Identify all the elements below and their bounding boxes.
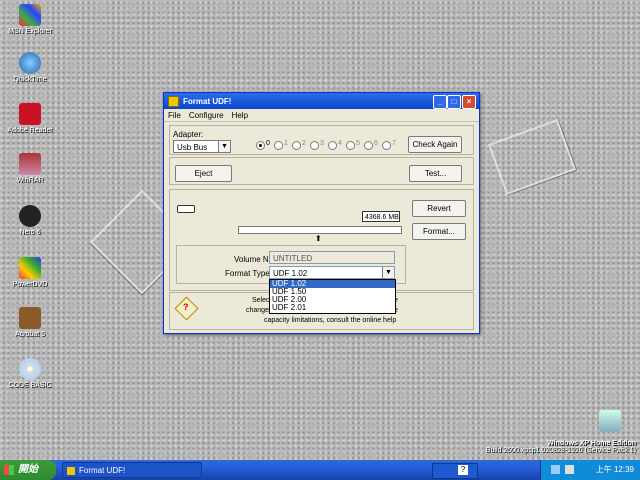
info-line-3: capacity limitations, consult the online… (264, 317, 397, 324)
format-button[interactable]: Format... (412, 223, 466, 240)
taskbar-item-format-udf[interactable]: Format UDF! (62, 462, 202, 478)
app-icon (67, 467, 75, 475)
radio-label-2: 2 (302, 140, 306, 147)
desktop-art-frame (487, 118, 577, 196)
radio-label-3: 3 (320, 140, 324, 147)
capacity-marker-icon: ⬆ (315, 234, 322, 243)
desktop-icon-code-basic[interactable]: CODE BASIC (4, 358, 56, 389)
close-icon[interactable]: × (462, 95, 476, 109)
format-type-label: Format Type: (225, 269, 272, 278)
menu-configure[interactable]: Configure (189, 111, 224, 120)
help-icon[interactable]: ? (458, 465, 468, 475)
capacity-bar (238, 226, 402, 234)
powerdvd-icon (19, 257, 41, 279)
acrobat-icon (19, 307, 41, 329)
msn-icon (19, 4, 41, 26)
test-button[interactable]: Test... (409, 165, 462, 182)
adapter-label: Adapter: (173, 130, 204, 139)
minimize-icon[interactable]: _ (433, 95, 447, 109)
menu-bar: File Configure Help (164, 109, 479, 122)
desktop-icon-adobe-reader[interactable]: Adobe Reader (4, 103, 56, 134)
info-line-2: change (246, 307, 269, 314)
desktop-icon-nero[interactable]: Nero 6 (4, 205, 56, 236)
format-type-dropdown-list: UDF 1.02 UDF 1.50 UDF 2.00 UDF 2.01 (269, 279, 396, 314)
clock: 上午 12:39 (595, 465, 634, 474)
format-option-udf-201[interactable]: UDF 2.01 (270, 304, 395, 312)
winrar-icon (19, 153, 41, 175)
radio-target-0[interactable] (256, 141, 265, 150)
chevron-down-icon[interactable]: ▼ (218, 141, 230, 152)
check-again-button[interactable]: Check Again (408, 136, 462, 153)
maximize-icon[interactable]: □ (447, 95, 461, 109)
radio-target-6[interactable] (364, 141, 373, 150)
desktop-icon-acrobat[interactable]: Acrobat 5 (4, 307, 56, 338)
recycle-bin-icon (599, 410, 621, 432)
windows-logo-icon (4, 465, 14, 475)
desktop-icon-msn[interactable]: MSN Explorer (4, 4, 56, 35)
radio-label-4: 4 (338, 140, 342, 147)
desktop-icon-quicktime[interactable]: QuickTime (4, 52, 56, 83)
radio-label-1: 1 (284, 140, 288, 147)
eject-button[interactable]: Eject (175, 165, 232, 182)
radio-target-2[interactable] (292, 141, 301, 150)
volume-icon[interactable] (565, 465, 574, 474)
taskbar: 開始 Format UDF! ? 上午 12:39 (0, 460, 640, 480)
chevron-down-icon[interactable]: ▼ (382, 267, 394, 278)
cd-icon (19, 358, 41, 380)
adobe-reader-icon (19, 103, 41, 125)
capacity-display: 4368.6 MB (362, 211, 400, 222)
start-button[interactable]: 開始 (0, 460, 56, 480)
desktop-icon-powerdvd[interactable]: PowerDVD (4, 257, 56, 288)
os-banner: Windows XP Home Edition Build 2600.xpsp1… (485, 440, 636, 454)
radio-label-7: 7 (392, 140, 396, 147)
radio-target-4[interactable] (328, 141, 337, 150)
help-icon-mark: ? (183, 302, 189, 312)
system-tray: 上午 12:39 (540, 460, 640, 480)
quicktime-icon (19, 52, 41, 74)
menu-file[interactable]: File (168, 111, 181, 120)
radio-target-1[interactable] (274, 141, 283, 150)
app-icon (168, 95, 179, 107)
radio-target-7[interactable] (382, 141, 391, 150)
title-bar[interactable]: Format UDF! _ □ × (164, 93, 479, 109)
radio-target-3[interactable] (310, 141, 319, 150)
revert-button[interactable]: Revert (412, 200, 466, 217)
volume-name-field[interactable]: UNTITLED (269, 251, 395, 264)
nero-icon (19, 205, 41, 227)
network-icon[interactable] (551, 465, 560, 474)
desktop-icon-winrar[interactable]: WinRAR (4, 153, 56, 184)
desktop-icon-recycle-bin[interactable] (590, 410, 630, 434)
format-type-select[interactable]: UDF 1.02 ▼ (269, 266, 395, 279)
window-title: Format UDF! (183, 96, 232, 106)
quick-tray (432, 463, 478, 479)
radio-label-5: 5 (356, 140, 360, 147)
adapter-select[interactable]: Usb Bus ▼ (173, 140, 231, 153)
radio-label-0: 0 (266, 140, 270, 147)
drive-icon (177, 205, 195, 213)
menu-help[interactable]: Help (232, 111, 248, 120)
radio-target-5[interactable] (346, 141, 355, 150)
radio-label-6: 6 (374, 140, 378, 147)
